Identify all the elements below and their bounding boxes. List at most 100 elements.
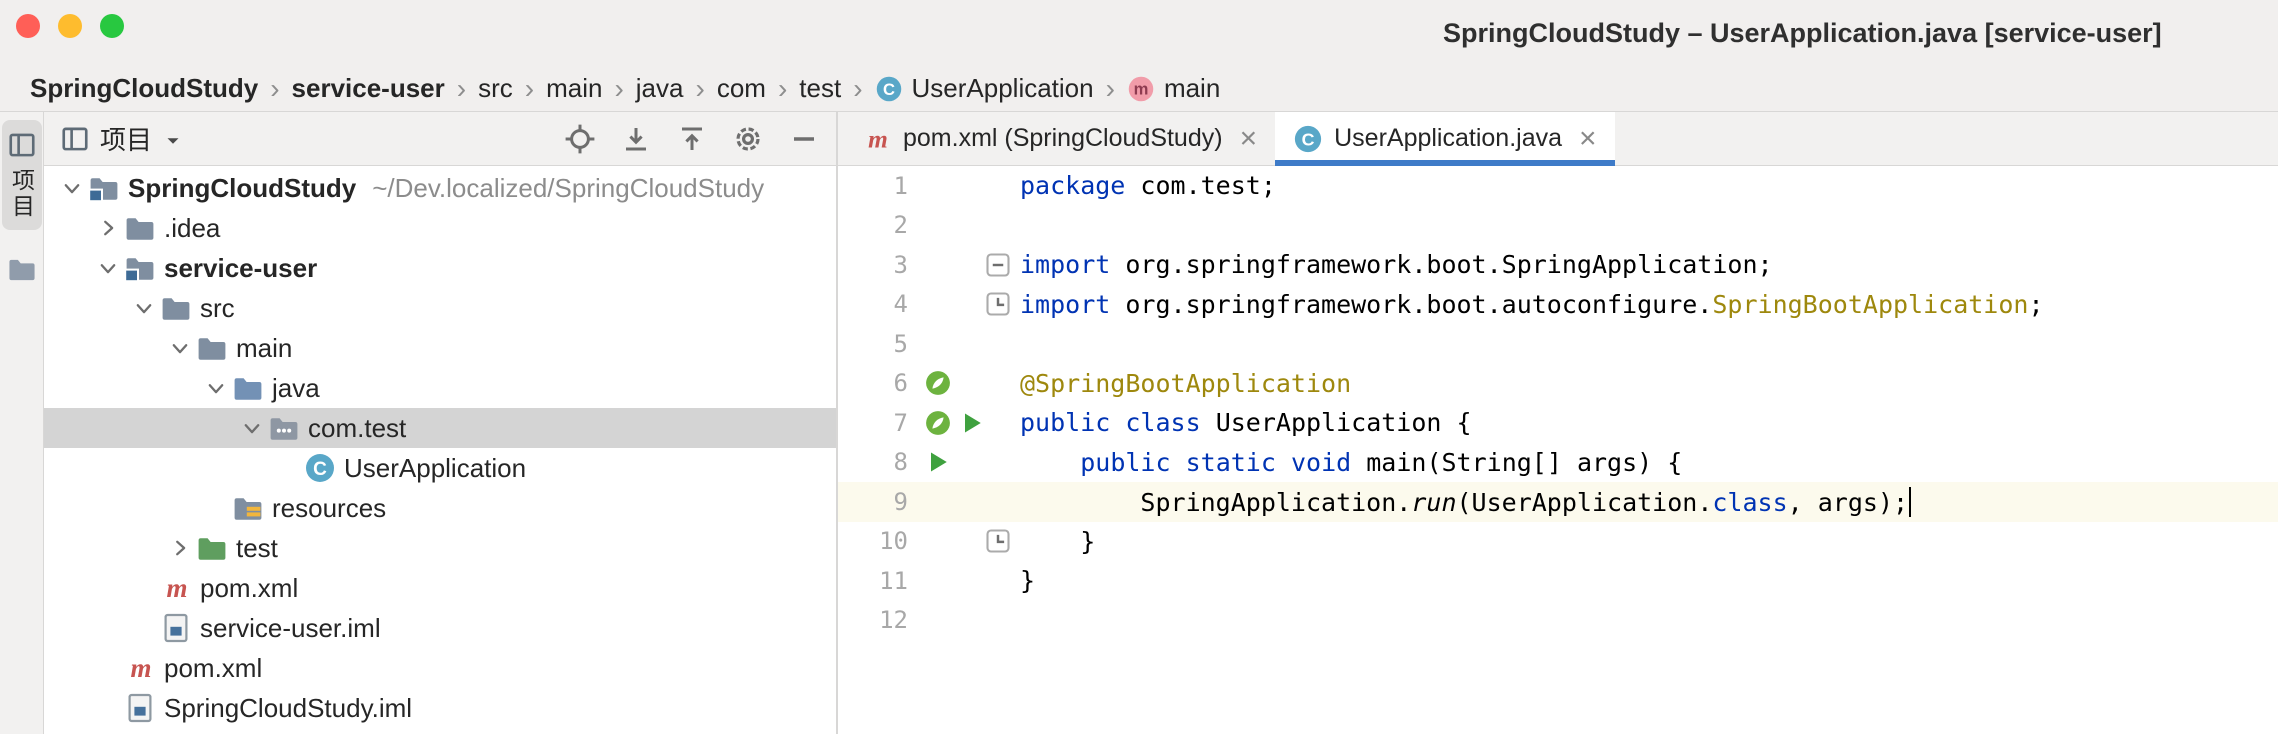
breadcrumb-item-java[interactable]: java xyxy=(636,73,684,104)
breadcrumb-separator: › xyxy=(1105,72,1115,104)
project-tree: SpringCloudStudy ~/Dev.localized/SpringCl… xyxy=(44,166,836,734)
breadcrumb-item-src[interactable]: src xyxy=(478,73,513,104)
tree-label: java xyxy=(272,372,320,403)
code-line-9[interactable]: 9 SpringApplication.run(UserApplication.… xyxy=(838,482,2278,522)
breadcrumb-item-main[interactable]: main xyxy=(546,73,602,104)
line-number: 11 xyxy=(879,566,908,595)
code-line-12[interactable]: 12 xyxy=(838,601,2278,641)
tab-pom.xml (SpringCloudStudy)[interactable]: m pom.xml (SpringCloudStudy) × xyxy=(844,112,1275,165)
breadcrumb-label: service-user xyxy=(291,73,445,103)
chevron-collapsed-icon[interactable] xyxy=(166,534,194,562)
run-icon[interactable] xyxy=(924,448,952,476)
line-number: 12 xyxy=(879,606,908,635)
settings-icon[interactable] xyxy=(732,123,764,155)
breadcrumb-item-com[interactable]: com xyxy=(717,73,766,104)
fold-icon[interactable] xyxy=(984,251,1012,279)
locate-icon[interactable] xyxy=(564,123,596,155)
fold-end-icon[interactable] xyxy=(984,290,1012,318)
breadcrumb-item-test[interactable]: test xyxy=(799,73,841,104)
hide-icon[interactable] xyxy=(788,123,820,155)
tree-row-SpringCloudStudy[interactable]: SpringCloudStudy ~/Dev.localized/SpringCl… xyxy=(44,168,836,208)
gutter xyxy=(908,443,1020,483)
tree-row-service-user[interactable]: service-user xyxy=(44,248,836,288)
class-icon: C xyxy=(1293,124,1323,154)
tree-row-service-user.iml[interactable]: service-user.iml xyxy=(44,608,836,648)
editor-tabs: m pom.xml (SpringCloudStudy) × C UserApplica… xyxy=(838,112,2278,166)
line-number: 9 xyxy=(893,487,908,516)
bean-icon[interactable] xyxy=(924,409,952,437)
tree-row-java[interactable]: java xyxy=(44,368,836,408)
close-window-button[interactable] xyxy=(16,14,40,38)
chevron-expanded-icon[interactable] xyxy=(238,414,266,442)
window-title: SpringCloudStudy – UserApplication.java … xyxy=(1443,17,2162,48)
collapse-all-icon[interactable] xyxy=(620,123,652,155)
gutter xyxy=(908,364,1020,404)
tab-close-icon[interactable]: × xyxy=(1579,123,1597,154)
code-line-2[interactable]: 2 xyxy=(838,206,2278,246)
tree-label: service-user xyxy=(164,252,318,283)
tree-row-pom.xml[interactable]: m pom.xml xyxy=(44,568,836,608)
ide-window: SpringCloudStudy – UserApplication.java … xyxy=(0,0,2278,734)
tree-row-main[interactable]: main xyxy=(44,328,836,368)
line-number: 4 xyxy=(893,290,908,319)
project-panel-header: 项目 xyxy=(44,112,836,166)
project-view-selector[interactable]: 项目 xyxy=(60,120,184,157)
code-line-1[interactable]: 1 package com.test; xyxy=(838,166,2278,206)
tree-row-src[interactable]: src xyxy=(44,288,836,328)
tree-row-.idea[interactable]: .idea xyxy=(44,208,836,248)
code-line-3[interactable]: 3 import org.springframework.boot.SpringA… xyxy=(838,245,2278,285)
breadcrumb-label: java xyxy=(635,73,684,103)
tree-row-partial[interactable] xyxy=(44,728,836,734)
tree-row-UserApplication[interactable]: C UserApplication xyxy=(44,448,836,488)
code-line-5[interactable]: 5 xyxy=(838,324,2278,364)
folder-tool-window-icon[interactable] xyxy=(7,254,37,284)
gutter xyxy=(908,245,1020,285)
zoom-window-button[interactable] xyxy=(100,14,124,38)
tree-row-pom.xml[interactable]: m pom.xml xyxy=(44,648,836,688)
chevron-expanded-icon[interactable] xyxy=(58,174,86,202)
code-line-8[interactable]: 8 public static void main(String[] args)… xyxy=(838,443,2278,483)
code-line-4[interactable]: 4 import org.springframework.boot.autocon… xyxy=(838,285,2278,325)
code-line-11[interactable]: 11} xyxy=(838,561,2278,601)
chevron-expanded-icon[interactable] xyxy=(94,254,122,282)
fold-end-icon[interactable] xyxy=(984,527,1012,555)
chevron-expanded-icon[interactable] xyxy=(202,374,230,402)
breadcrumb-item-service-user[interactable]: service-user xyxy=(292,73,445,104)
tree-label: .idea xyxy=(164,212,221,243)
breadcrumb-item-UserApplication[interactable]: C UserApplication xyxy=(875,73,1094,104)
code-text: import org.springframework.boot.SpringAp… xyxy=(1020,250,1773,280)
tree-row-resources[interactable]: resources xyxy=(44,488,836,528)
breadcrumb-item-SpringCloudStudy[interactable]: SpringCloudStudy xyxy=(30,73,258,104)
code-area[interactable]: 1 package com.test; 2 3 import org.springfra… xyxy=(838,166,2278,734)
code-text: public static void main(String[] args) { xyxy=(1080,447,1683,477)
breadcrumb-separator: › xyxy=(614,72,624,104)
package-icon xyxy=(268,412,300,444)
breadcrumb-item-main[interactable]: m main xyxy=(1127,73,1220,104)
code-line-7[interactable]: 7 public class UserApplication { xyxy=(838,403,2278,443)
minimize-window-button[interactable] xyxy=(58,14,82,38)
code-line-6[interactable]: 6 @SpringBootApplication xyxy=(838,364,2278,404)
tree-row-SpringCloudStudy.iml[interactable]: SpringCloudStudy.iml xyxy=(44,688,836,728)
tree-row-test[interactable]: test xyxy=(44,528,836,568)
gutter xyxy=(908,482,1020,522)
tree-label: UserApplication xyxy=(344,452,527,483)
line-number: 3 xyxy=(893,250,908,279)
line-number: 1 xyxy=(893,171,908,200)
tab-close-icon[interactable]: × xyxy=(1240,123,1258,154)
code-line-10[interactable]: 10 } xyxy=(838,522,2278,562)
project-tool-window-button[interactable]: 项目 xyxy=(1,120,42,230)
module-folder-icon xyxy=(88,172,120,204)
tab-UserApplication.java[interactable]: C UserApplication.java × xyxy=(1275,112,1615,166)
resources-folder-icon xyxy=(232,492,264,524)
tree-row-com.test[interactable]: com.test xyxy=(44,408,836,448)
expand-all-icon[interactable] xyxy=(676,123,708,155)
run-icon[interactable] xyxy=(958,409,986,437)
chevron-collapsed-icon[interactable] xyxy=(94,214,122,242)
chevron-expanded-icon[interactable] xyxy=(130,294,158,322)
text-caret xyxy=(1909,486,1912,517)
chevron-expanded-icon[interactable] xyxy=(166,334,194,362)
breadcrumb: SpringCloudStudy › service-user › src › main › j… xyxy=(0,66,2278,112)
bean-icon[interactable] xyxy=(924,369,952,397)
